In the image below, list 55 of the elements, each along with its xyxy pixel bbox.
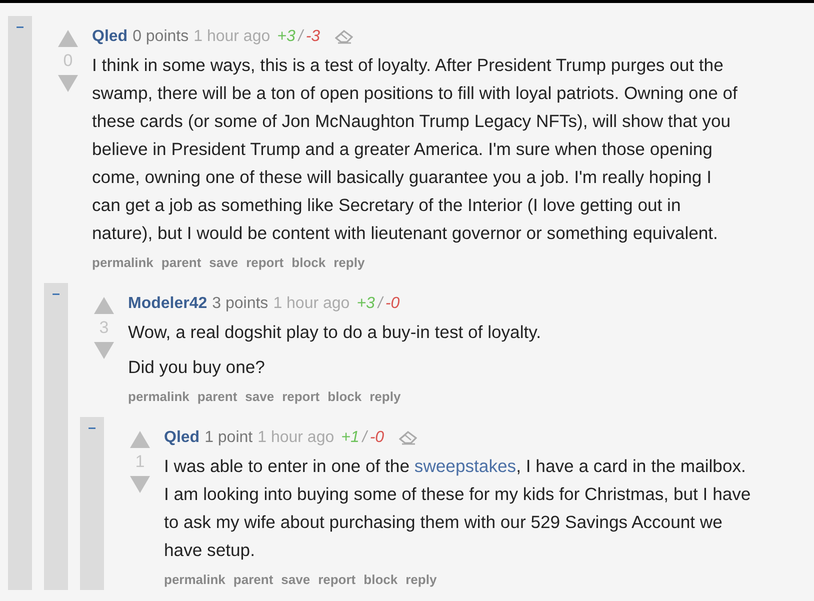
comment-action-link[interactable]: parent bbox=[197, 387, 238, 407]
vote-separator: / bbox=[298, 27, 303, 47]
comment-author[interactable]: Qled bbox=[164, 427, 200, 449]
comment-action-link[interactable]: report bbox=[318, 570, 356, 590]
comment-action-link[interactable]: parent bbox=[233, 570, 274, 590]
downvote-arrow-icon[interactable] bbox=[58, 75, 78, 92]
comment-author[interactable]: Qled bbox=[92, 26, 128, 48]
upvote-arrow-icon[interactable] bbox=[94, 297, 114, 314]
collapse-toggle[interactable]: – bbox=[88, 419, 96, 435]
comment-action-link[interactable]: report bbox=[246, 253, 284, 273]
comment-action-link[interactable]: permalink bbox=[92, 253, 154, 273]
eraser-icon[interactable] bbox=[399, 431, 418, 445]
downvote-arrow-icon[interactable] bbox=[94, 342, 114, 359]
comment-author[interactable]: Modeler42 bbox=[128, 293, 208, 315]
comment-action-link[interactable]: block bbox=[364, 570, 398, 590]
sweepstakes-link[interactable]: sweepstakes bbox=[414, 456, 516, 476]
comment-text: Wow, a real dogshit play to do a buy-in test of loyalty. bbox=[128, 321, 542, 344]
comment-action-link[interactable]: report bbox=[282, 387, 320, 407]
comment-points: 0 points bbox=[132, 27, 189, 47]
comment-time: 1 hour ago bbox=[194, 27, 270, 47]
comment-action-link[interactable]: reply bbox=[406, 570, 437, 590]
downvote-count: -0 bbox=[370, 428, 384, 448]
comment-time: 1 hour ago bbox=[273, 294, 350, 314]
comment-text: I think in some ways, this is a test of loyalty. After President Trump purges out the swamp, there will be a ton of open positions to fill with loyal patriots. Owning one of these cards (or some of Jon McNaughton Trump Legacy NFTs), will show that you believe in President Trump and a greater America. I'm sure when those opening come, owning one of these will basically guarantee you a job. I'm really hoping I can get a job as something like Secretary of the Interior (I love getting out in nature), but I would be content with lieutenant governor or something equivalent. bbox=[92, 54, 738, 245]
comment-points: 3 points bbox=[212, 294, 268, 314]
collapse-bar[interactable]: – bbox=[8, 16, 32, 590]
collapse-toggle[interactable]: – bbox=[52, 285, 60, 301]
vote-separator: / bbox=[378, 294, 382, 314]
comment-text: Did you buy one? bbox=[128, 356, 266, 379]
downvote-count: -3 bbox=[306, 27, 320, 47]
upvote-arrow-icon[interactable] bbox=[58, 30, 78, 47]
eraser-icon[interactable] bbox=[335, 30, 354, 44]
collapse-bar[interactable]: – bbox=[44, 283, 68, 590]
comment-action-link[interactable]: block bbox=[328, 387, 362, 407]
upvote-count: +1 bbox=[341, 428, 360, 448]
downvote-count: -0 bbox=[385, 294, 400, 314]
comment-action-link[interactable]: save bbox=[209, 253, 238, 273]
comment-action-link[interactable]: reply bbox=[370, 387, 401, 407]
comment-action-link[interactable]: save bbox=[281, 570, 310, 590]
upvote-count: +3 bbox=[277, 27, 296, 47]
comment-time: 1 hour ago bbox=[258, 428, 334, 448]
collapse-bar[interactable]: – bbox=[80, 417, 104, 590]
collapse-toggle[interactable]: – bbox=[16, 18, 24, 34]
comment-action-link[interactable]: parent bbox=[161, 253, 202, 273]
comment-action-link[interactable]: reply bbox=[334, 253, 365, 273]
comment-action-link[interactable]: save bbox=[245, 387, 274, 407]
comment-action-link[interactable]: permalink bbox=[164, 570, 226, 590]
comment-text: I was able to enter in one of the sweepstakes, I have a card in the mailbox. I am looking into buying some of these for my kids for Christmas, but I have to ask my wife about purchasing them with our 529 Savings Account we have setup. bbox=[164, 455, 751, 562]
comment-action-link[interactable]: permalink bbox=[128, 387, 190, 407]
downvote-arrow-icon[interactable] bbox=[130, 476, 150, 493]
upvote-arrow-icon[interactable] bbox=[130, 431, 150, 448]
comment-action-link[interactable]: block bbox=[292, 253, 326, 273]
upvote-count: +3 bbox=[356, 294, 375, 314]
comment-points: 1 point bbox=[204, 428, 253, 448]
vote-separator: / bbox=[362, 428, 367, 448]
